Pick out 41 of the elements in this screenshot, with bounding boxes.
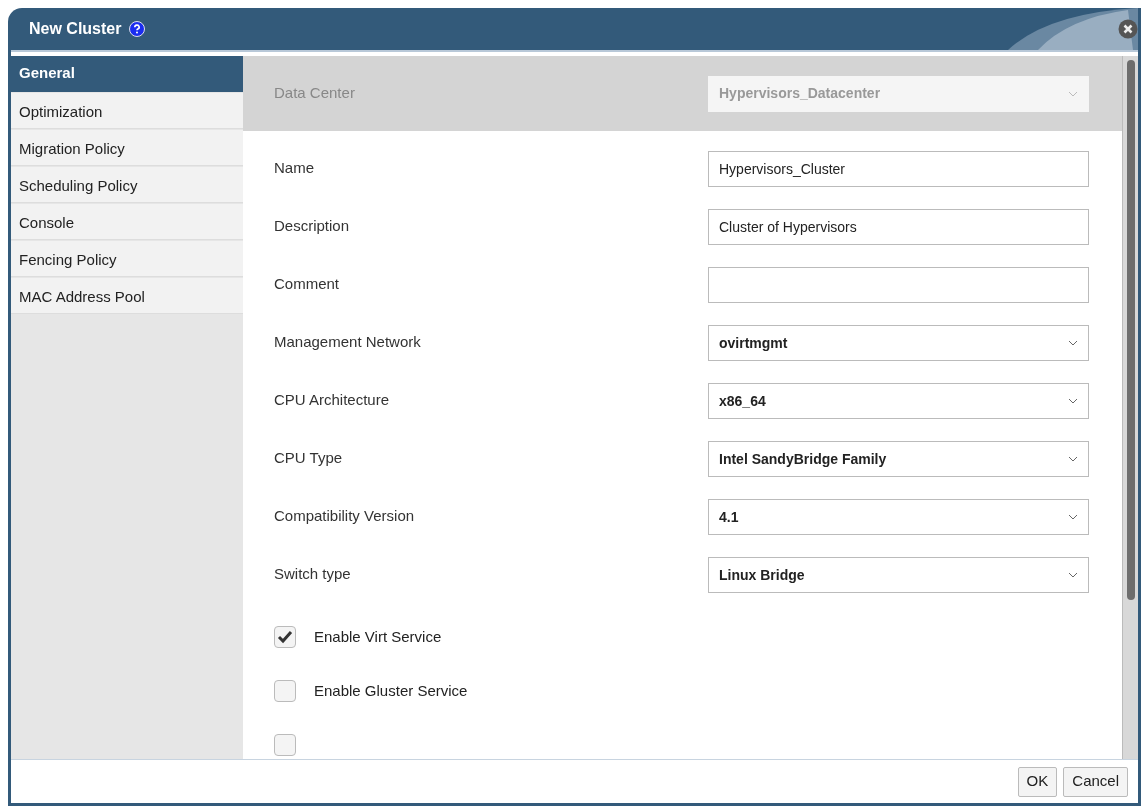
dialog-button[interactable]: OK [1017,766,1058,797]
dropdown[interactable]: x86_64 [708,383,1089,419]
window-title: New Cluster [29,19,122,39]
dropdown[interactable]: Intel SandyBridge Family [708,441,1089,477]
field-label: Switch type [274,564,351,584]
sidebar-tab[interactable]: Scheduling Policy [11,167,243,203]
chevron-icon [1068,572,1078,578]
chevron-icon [1068,340,1078,346]
checkbox[interactable] [274,734,296,756]
close-icon[interactable] [1118,19,1138,39]
sidebar-tab[interactable]: Optimization [11,93,243,129]
dialog-button[interactable]: Cancel [1063,766,1128,797]
help-icon[interactable] [129,21,146,37]
sidebar-tab[interactable]: General [11,56,243,92]
checkbox-label: Enable Virt Service [314,626,442,647]
chevron-icon [1068,398,1078,404]
field-label: Data Center [274,83,355,104]
input-field[interactable]: Cluster of Hypervisors [708,209,1089,245]
field-label: Management Network [274,332,421,352]
field-label: Name [274,158,314,178]
checkbox-label: Enable Gluster Service [314,680,468,701]
chevron-icon [1068,90,1078,97]
dropdown[interactable]: ovirtmgmt [708,325,1089,361]
dropdown[interactable]: Linux Bridge [708,557,1089,593]
scrollbar[interactable] [1122,56,1138,759]
chevron-icon [1068,456,1078,462]
input-field[interactable]: Hypervisors_Cluster [708,151,1089,187]
sidebar-tab[interactable]: MAC Address Pool [11,278,243,314]
sidebar-tab[interactable]: Migration Policy [11,130,243,166]
checkbox[interactable] [274,626,296,648]
chevron-icon [1068,514,1078,520]
field-label: Comment [274,274,340,294]
input-field[interactable] [708,267,1089,303]
field-label: Compatibility Version [274,506,415,526]
checkbox[interactable] [274,680,296,702]
sidebar-tab[interactable]: Fencing Policy [11,241,243,277]
sidebar-tab[interactable]: Console [11,204,243,240]
field-label: CPU Type [274,448,343,468]
field-label: CPU Architecture [274,390,390,410]
field-label: Description [274,216,350,236]
dropdown[interactable]: 4.1 [708,499,1089,535]
